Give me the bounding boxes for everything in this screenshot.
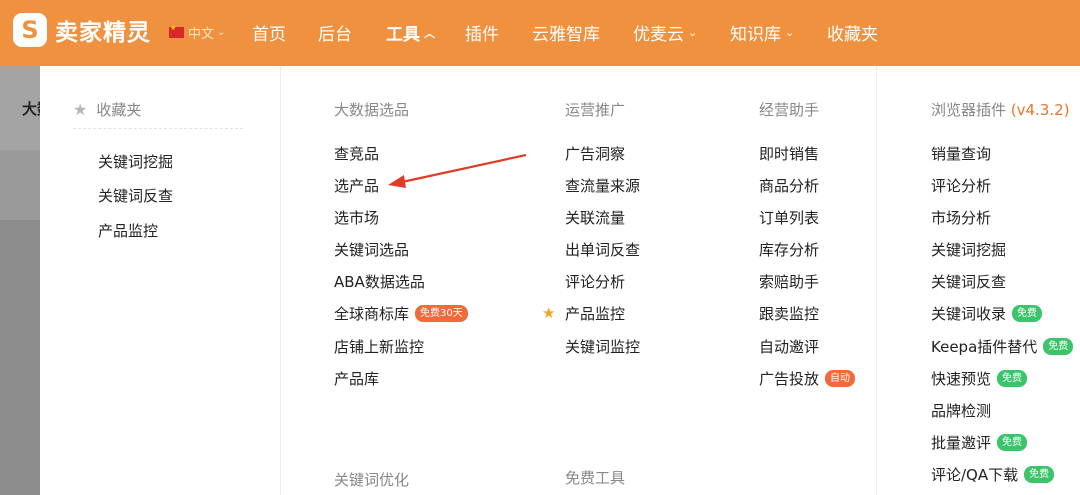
annotation-arrow-icon (388, 153, 527, 188)
